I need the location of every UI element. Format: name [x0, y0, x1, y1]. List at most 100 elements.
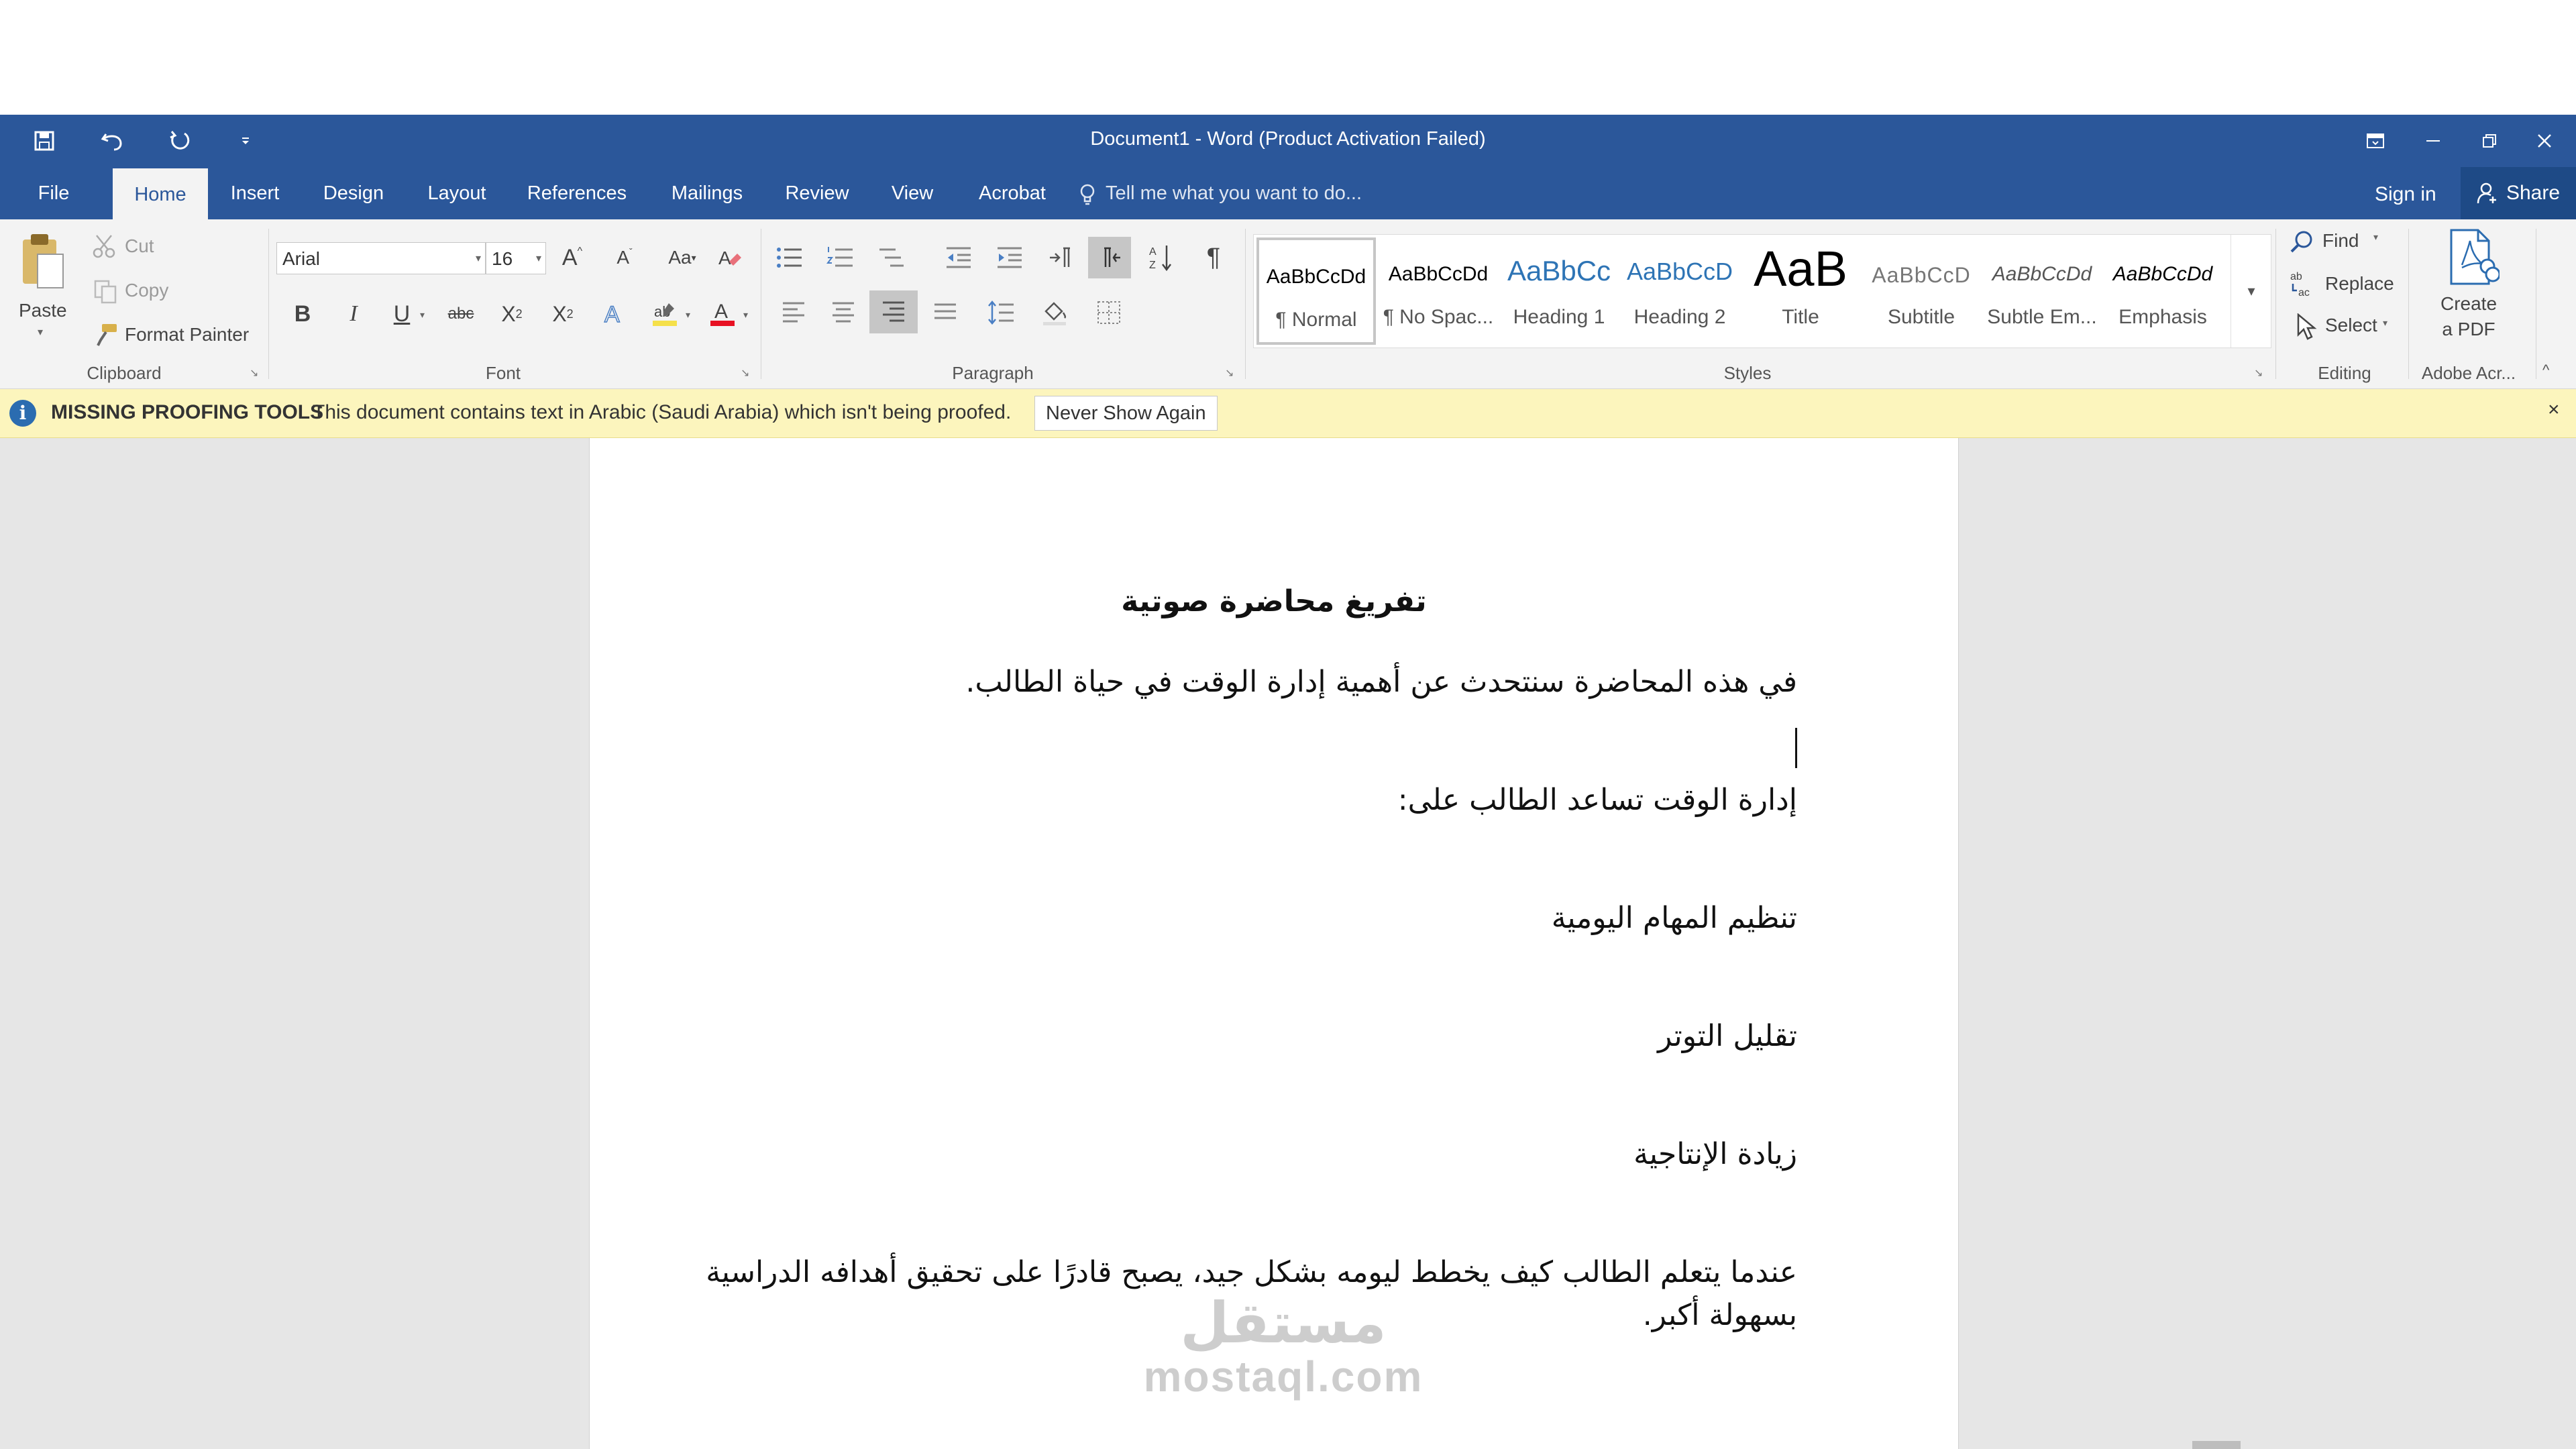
collapse-ribbon-icon[interactable]: ^ [2542, 362, 2549, 379]
tab-view[interactable]: View [877, 167, 947, 219]
tab-references[interactable]: References [518, 167, 636, 219]
create-pdf-icon[interactable] [2446, 227, 2501, 292]
underline-button[interactable]: U [384, 296, 420, 332]
replace-button[interactable]: Replace [2325, 273, 2394, 294]
increase-indent-icon[interactable] [991, 239, 1028, 276]
document-paragraph[interactable]: زيادة الإنتاجية [1633, 1137, 1797, 1171]
subscript-button[interactable]: X2 [494, 296, 530, 332]
paste-label[interactable]: Paste [19, 300, 67, 321]
paragraph-dialog-launcher-icon[interactable]: ↘ [1225, 368, 1236, 379]
rtl-text-direction-icon[interactable] [1088, 237, 1131, 278]
document-page[interactable]: تفريغ محاضرة صوتية في هذه المحاضرة سنتحد… [589, 438, 1959, 1449]
cut-button[interactable]: Cut [125, 235, 154, 257]
style-subtle-emphasis[interactable]: AaBbCcDd Subtle Em... [1982, 237, 2102, 345]
tab-insert[interactable]: Insert [220, 167, 290, 219]
copy-button[interactable]: Copy [125, 280, 168, 301]
select-button[interactable]: Select [2325, 315, 2377, 336]
font-size-combo[interactable]: 16 ▾ [486, 242, 546, 274]
line-spacing-icon[interactable] [983, 294, 1020, 331]
share-button[interactable]: Share [2461, 167, 2576, 219]
styles-gallery-more-icon[interactable]: ▾ [2231, 235, 2271, 347]
numbering-icon[interactable] [822, 239, 859, 276]
style-heading-2[interactable]: AaBbCcD Heading 2 [1620, 237, 1739, 345]
style-subtitle[interactable]: AaBbCcD Subtitle [1862, 237, 1981, 345]
bold-button[interactable]: B [284, 296, 321, 332]
tab-mailings[interactable]: Mailings [660, 167, 754, 219]
style-name: ¶ No Spac... [1383, 306, 1494, 328]
styles-dialog-launcher-icon[interactable]: ↘ [2254, 368, 2265, 379]
never-show-again-button[interactable]: Never Show Again [1034, 396, 1218, 431]
close-icon[interactable]: × [2548, 398, 2560, 421]
font-dialog-launcher-icon[interactable]: ↘ [741, 368, 751, 379]
select-cursor-icon [2294, 313, 2318, 345]
tab-design[interactable]: Design [310, 167, 397, 219]
style-emphasis[interactable]: AaBbCcDd Emphasis [2103, 237, 2222, 345]
strikethrough-button[interactable]: abc [443, 296, 479, 332]
minimize-icon[interactable] [2410, 123, 2457, 159]
change-case-button[interactable]: Aa ▾ [659, 239, 706, 276]
style-heading-1[interactable]: AaBbCc Heading 1 [1499, 237, 1619, 345]
ltr-text-direction-icon[interactable] [1042, 239, 1079, 276]
format-painter-button[interactable]: Format Painter [125, 324, 249, 345]
show-formatting-marks-icon[interactable]: ¶ [1195, 239, 1232, 276]
font-size-value: 16 [492, 248, 513, 269]
align-center-icon[interactable] [825, 294, 861, 331]
horizontal-scrollbar-thumb[interactable] [2192, 1441, 2241, 1449]
chevron-down-icon: ▾ [686, 309, 691, 320]
document-paragraph[interactable]: بسهولة أكبر. [1643, 1298, 1797, 1332]
document-paragraph[interactable]: إدارة الوقت تساعد الطالب على: [1398, 783, 1797, 817]
find-icon [2289, 229, 2316, 260]
document-area[interactable]: تفريغ محاضرة صوتية في هذه المحاضرة سنتحد… [0, 438, 2576, 1449]
document-heading[interactable]: تفريغ محاضرة صوتية [590, 584, 1958, 619]
chevron-down-icon: ▾ [535, 253, 541, 264]
superscript-button[interactable]: X2 [545, 296, 581, 332]
shrink-font-button[interactable]: Aˇ [606, 239, 643, 276]
borders-icon[interactable] [1091, 294, 1127, 331]
style-no-spacing[interactable]: AaBbCcDd ¶ No Spac... [1379, 237, 1498, 345]
create-pdf-label-line2[interactable]: a PDF [2439, 319, 2498, 340]
style-sample: AaBbCcDd [1388, 263, 1489, 285]
style-normal[interactable]: AaBbCcDd ¶ Normal [1256, 237, 1376, 345]
chevron-down-icon: ▾ [2383, 317, 2388, 328]
grow-font-button[interactable]: A ^ [554, 239, 590, 276]
close-icon[interactable] [2521, 123, 2568, 159]
tab-review[interactable]: Review [775, 167, 859, 219]
document-paragraph[interactable]: تقليل التوتر [1658, 1019, 1797, 1053]
tell-me-search[interactable]: Tell me what you want to do... [1106, 167, 1362, 219]
italic-button[interactable]: I [335, 296, 372, 332]
clipboard-dialog-launcher-icon[interactable]: ↘ [250, 368, 260, 379]
document-paragraph[interactable]: تنظيم المهام اليومية [1552, 901, 1797, 935]
highlight-color-icon[interactable]: ab [647, 296, 683, 332]
document-paragraph[interactable]: في هذه المحاضرة سنتحدث عن أهمية إدارة ال… [965, 665, 1797, 699]
font-family-combo[interactable]: Arial ▾ [276, 242, 486, 274]
multilevel-list-icon[interactable] [873, 239, 910, 276]
text-effects-icon[interactable]: A [596, 296, 632, 332]
ribbon-display-options-icon[interactable] [2352, 123, 2399, 159]
tab-file[interactable]: File [20, 167, 87, 219]
shading-icon[interactable] [1037, 294, 1073, 331]
find-button[interactable]: Find [2322, 230, 2359, 252]
document-paragraph[interactable]: عندما يتعلم الطالب كيف يخطط ليومه بشكل ج… [706, 1255, 1797, 1289]
align-left-icon[interactable] [775, 294, 812, 331]
caret-up-icon: ^ [577, 246, 583, 257]
font-color-icon[interactable]: A [704, 296, 741, 332]
editing-group-label: Editing [2318, 363, 2371, 383]
restore-icon[interactable] [2466, 123, 2513, 159]
paste-icon[interactable] [20, 231, 66, 292]
paste-dropdown-icon[interactable]: ▾ [38, 325, 43, 339]
svg-text:Z: Z [1149, 260, 1156, 271]
justify-icon[interactable] [927, 294, 963, 331]
create-pdf-label-line1[interactable]: Create [2439, 293, 2498, 315]
style-title[interactable]: AaB Title [1741, 237, 1860, 345]
sign-in-link[interactable]: Sign in [2375, 167, 2436, 219]
sort-icon[interactable]: AZ [1144, 239, 1181, 276]
bullets-icon[interactable] [771, 239, 808, 276]
style-name: Emphasis [2118, 306, 2207, 328]
tab-home[interactable]: Home [113, 168, 208, 221]
tab-acrobat[interactable]: Acrobat [969, 167, 1056, 219]
clear-formatting-icon[interactable]: A [711, 239, 747, 276]
tab-layout[interactable]: Layout [416, 167, 498, 219]
align-right-icon[interactable] [869, 290, 918, 333]
decrease-indent-icon[interactable] [941, 239, 977, 276]
info-icon: i [9, 400, 36, 427]
